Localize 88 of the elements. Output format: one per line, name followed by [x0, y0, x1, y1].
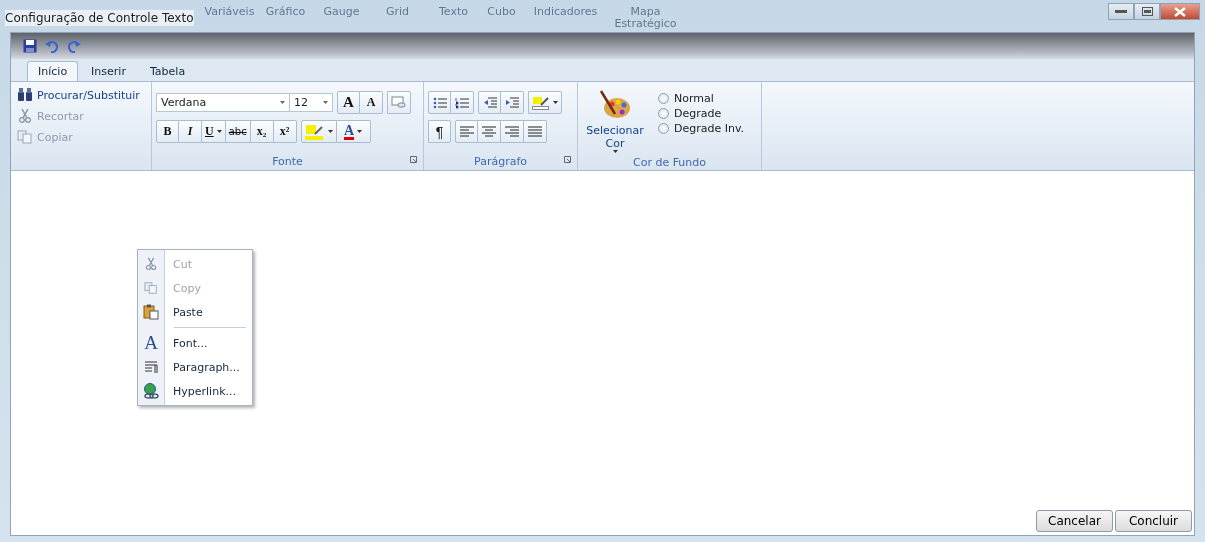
- caret-icon: [612, 150, 618, 153]
- context-menu-item[interactable]: Paste: [138, 300, 252, 324]
- close-button[interactable]: [1160, 3, 1200, 20]
- decrease-indent-button[interactable]: [478, 91, 501, 114]
- maximize-icon: [1141, 7, 1153, 16]
- ribbon-tab[interactable]: Início: [27, 61, 79, 81]
- align-icon: [528, 126, 542, 137]
- scissors-icon: [17, 109, 33, 123]
- align-icon: [459, 126, 474, 137]
- paragraph-icon: [144, 360, 158, 374]
- font-size-dropdown[interactable]: 12: [289, 93, 333, 112]
- align-button[interactable]: [501, 120, 524, 143]
- align-button[interactable]: [455, 120, 478, 143]
- caret-icon: [323, 101, 328, 104]
- highlight-pen-button[interactable]: [528, 91, 562, 114]
- numbered-list-icon: [455, 96, 469, 109]
- align-button[interactable]: [478, 120, 501, 143]
- close-icon: [1174, 6, 1186, 17]
- highlight-color-button[interactable]: [300, 120, 337, 143]
- align-button[interactable]: [524, 120, 547, 143]
- redo-icon[interactable]: [67, 39, 81, 53]
- radio-option[interactable]: Degrade Inv.: [658, 122, 745, 135]
- format-button[interactable]: B: [156, 120, 179, 143]
- eraser-icon: [391, 95, 407, 110]
- undo-icon[interactable]: [45, 39, 59, 53]
- context-menu-item[interactable]: A Font...: [138, 331, 252, 355]
- radio-option[interactable]: Normal: [658, 92, 745, 105]
- clipboard-icon: [143, 304, 159, 320]
- shrink-font-button[interactable]: A: [360, 91, 383, 114]
- maximize-button[interactable]: [1134, 3, 1160, 20]
- align-icon: [505, 126, 519, 137]
- scissors-icon: [144, 257, 158, 271]
- dialog-launcher-icon[interactable]: [410, 156, 417, 163]
- highlighter-icon: [304, 123, 325, 140]
- format-button[interactable]: I: [179, 120, 202, 143]
- context-menu-item[interactable]: Paragraph...: [138, 355, 252, 379]
- highlighter-icon: [532, 95, 550, 110]
- save-icon[interactable]: [23, 39, 37, 53]
- background-toolbar-label: Grid: [384, 4, 411, 20]
- numbered-list-button[interactable]: [451, 91, 474, 114]
- background-toolbar-label: Cubo: [486, 4, 517, 20]
- format-button[interactable]: U: [202, 120, 226, 143]
- font-glyph: A: [144, 334, 158, 352]
- minimize-icon: [1115, 9, 1127, 14]
- caret-icon: [216, 130, 222, 133]
- minimize-button[interactable]: [1108, 3, 1134, 20]
- background-toolbar-label: Gráfico: [264, 4, 307, 20]
- window-title: Configuração de Controle Texto: [5, 10, 194, 26]
- show-formatting-button[interactable]: ¶: [428, 120, 451, 143]
- grow-font-button[interactable]: A: [337, 91, 360, 114]
- align-icon: [482, 126, 496, 137]
- background-toolbar-label: Variáveis: [203, 4, 256, 20]
- group-label: Cor de Fundo: [632, 156, 707, 169]
- background-toolbar-label: Indicadores: [532, 4, 599, 20]
- copy-icon: [17, 130, 33, 144]
- bullet-list-button[interactable]: [428, 91, 451, 114]
- background-toolbar-label: Mapa Estratégico: [613, 4, 678, 30]
- indent-icon: [505, 96, 519, 109]
- font-color-button[interactable]: A: [336, 120, 371, 143]
- font-family-dropdown[interactable]: Verdana: [156, 93, 290, 112]
- select-color-button[interactable]: Selecionar Cor: [582, 88, 648, 155]
- ribbon-tab[interactable]: Tabela: [138, 61, 197, 81]
- dialog-button[interactable]: Concluir: [1115, 510, 1192, 532]
- dialog-button[interactable]: Cancelar: [1036, 510, 1113, 532]
- background-toolbar-label: Gauge: [322, 4, 361, 20]
- background-toolbar-label: Texto: [438, 4, 469, 20]
- globe-link-icon: [143, 383, 159, 399]
- palette-icon: [599, 90, 631, 120]
- outdent-icon: [482, 96, 497, 109]
- group-label: Parágrafo: [474, 154, 527, 168]
- ribbon-tab[interactable]: Inserir: [80, 61, 137, 81]
- bullet-list-icon: [432, 96, 447, 109]
- group-label: Fonte: [272, 154, 303, 168]
- radio-option[interactable]: Degrade: [658, 107, 745, 120]
- clear-format-button[interactable]: [387, 91, 411, 114]
- dialog-launcher-icon[interactable]: [564, 156, 571, 163]
- caret-icon: [553, 101, 558, 104]
- caret-icon: [327, 130, 333, 133]
- caret-icon: [280, 101, 285, 104]
- format-button[interactable]: abc: [225, 120, 251, 143]
- binoculars-icon: [17, 88, 33, 102]
- context-menu-item[interactable]: Hyperlink...: [138, 379, 252, 403]
- caret-icon: [357, 130, 363, 133]
- copy-icon: [144, 281, 158, 295]
- ribbon-button[interactable]: Procurar/Substituir: [15, 86, 147, 104]
- increase-indent-button[interactable]: [501, 91, 524, 114]
- format-button[interactable]: x₂: [250, 120, 274, 143]
- format-button[interactable]: x²: [273, 120, 297, 143]
